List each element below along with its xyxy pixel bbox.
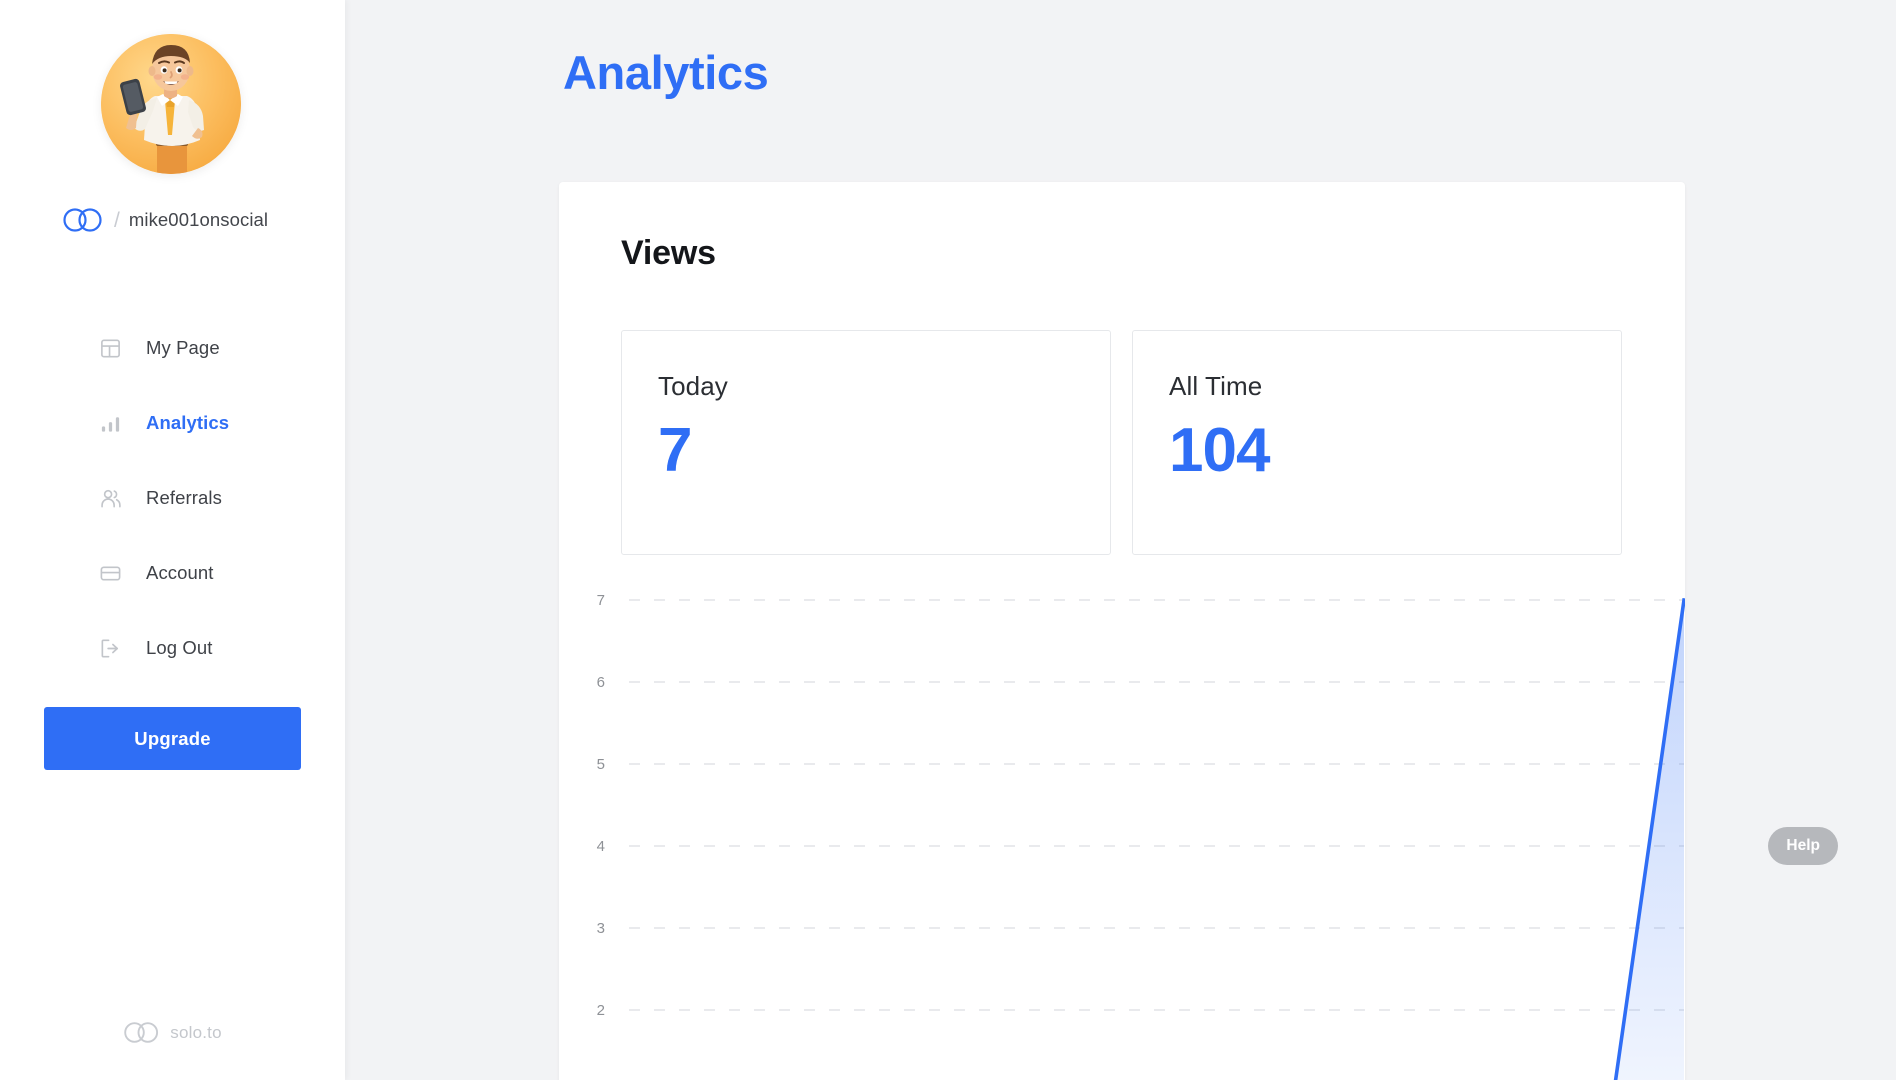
analytics-page: / mike001onsocial My Page Analytics Refe… bbox=[0, 0, 1896, 1080]
sidebar-nav: My Page Analytics Referrals Account Log … bbox=[0, 325, 345, 700]
sidebar-footer[interactable]: solo.to bbox=[0, 1021, 345, 1044]
chart-line bbox=[1613, 597, 1685, 1080]
sidebar-item-label: Referrals bbox=[146, 487, 222, 508]
svg-text:3: 3 bbox=[597, 920, 605, 937]
username-label: mike001onsocial bbox=[128, 209, 269, 230]
stat-label: All Time bbox=[1169, 371, 1263, 401]
svg-text:2: 2 bbox=[597, 1002, 605, 1019]
brand-row[interactable]: / mike001onsocial bbox=[62, 203, 268, 237]
bar-chart-icon bbox=[98, 411, 122, 435]
sidebar-item-account[interactable]: Account bbox=[0, 550, 345, 596]
layout-icon bbox=[98, 336, 122, 360]
sidebar-item-label: My Page bbox=[146, 337, 220, 358]
page-title: Analytics bbox=[563, 46, 769, 99]
chart-area-fill bbox=[1615, 600, 1684, 1080]
sidebar: / mike001onsocial My Page Analytics Refe… bbox=[0, 0, 345, 1080]
stat-card-today: Today 7 bbox=[621, 330, 1111, 555]
footer-brand-label: solo.to bbox=[170, 1022, 222, 1042]
stat-value: 104 bbox=[1169, 416, 1270, 485]
stat-label: Today bbox=[658, 371, 728, 401]
brand-separator: / bbox=[114, 208, 120, 232]
sidebar-item-log-out[interactable]: Log Out bbox=[0, 625, 345, 671]
card-icon bbox=[98, 561, 122, 585]
svg-text:4: 4 bbox=[597, 838, 605, 855]
svg-text:7: 7 bbox=[597, 592, 605, 609]
stat-cards: Today 7 All Time 104 bbox=[621, 330, 1622, 555]
logout-icon bbox=[98, 636, 122, 660]
sidebar-item-label: Account bbox=[146, 562, 214, 583]
main-content: Analytics Views Today 7 All Time 104 2 3… bbox=[345, 0, 1896, 1080]
help-button[interactable]: Help bbox=[1768, 827, 1838, 865]
svg-text:6: 6 bbox=[597, 674, 605, 691]
solo-rings-logo-icon bbox=[62, 207, 104, 233]
card-title: Views bbox=[621, 234, 716, 272]
avatar-image bbox=[101, 34, 241, 174]
upgrade-button[interactable]: Upgrade bbox=[44, 707, 301, 770]
views-chart-svg: 01234567 bbox=[597, 592, 1685, 1080]
avatar[interactable] bbox=[101, 34, 241, 174]
avatar-illustration bbox=[101, 34, 241, 174]
sidebar-item-analytics[interactable]: Analytics bbox=[0, 400, 345, 446]
chart-gridlines bbox=[629, 599, 1684, 1011]
sidebar-item-label: Log Out bbox=[146, 637, 213, 658]
svg-text:5: 5 bbox=[597, 756, 605, 773]
users-icon bbox=[98, 486, 122, 510]
views-card: Views Today 7 All Time 104 2 3 4 5 6 7 bbox=[559, 182, 1685, 1080]
stat-card-all-time: All Time 104 bbox=[1132, 330, 1622, 555]
sidebar-item-my-page[interactable]: My Page bbox=[0, 325, 345, 371]
sidebar-item-referrals[interactable]: Referrals bbox=[0, 475, 345, 521]
sidebar-item-label: Analytics bbox=[146, 412, 230, 433]
stat-value: 7 bbox=[658, 416, 692, 485]
chart-y-axis-labels: 01234567 bbox=[597, 592, 605, 1019]
solo-rings-logo-gray-icon bbox=[123, 1021, 160, 1044]
views-chart[interactable]: 01234567 bbox=[559, 588, 1685, 1080]
